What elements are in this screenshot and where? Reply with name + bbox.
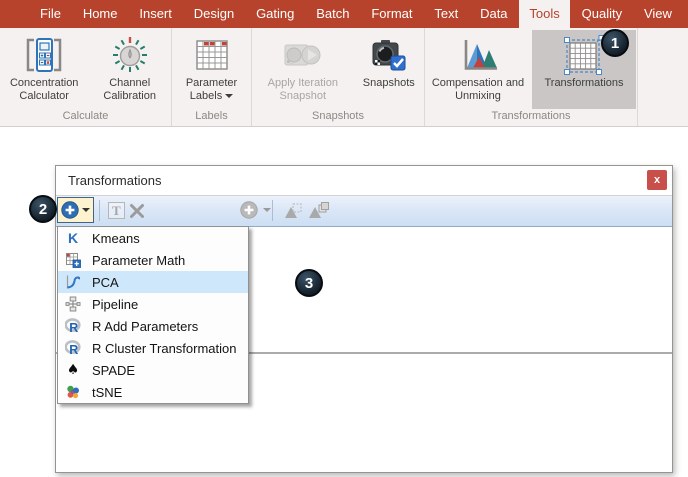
menu-item-label: tSNE xyxy=(92,384,123,400)
svg-text:R: R xyxy=(69,343,78,356)
dialog-title: Transformations xyxy=(68,173,162,188)
menu-item-r-add-parameters[interactable]: R R Add Parameters xyxy=(58,315,248,337)
transformations-icon xyxy=(563,33,605,77)
toolbar-separator xyxy=(272,200,273,221)
tsne-icon xyxy=(63,384,83,400)
parameter-labels-label: Parameter Labels xyxy=(185,77,238,102)
concentration-calculator-button[interactable]: Concentration Calculator xyxy=(1,30,87,109)
tab-gating[interactable]: Gating xyxy=(246,0,304,28)
ribbon-filler xyxy=(638,28,688,126)
menu-item-label: Parameter Math xyxy=(92,252,186,268)
add-transformation-menu: K Kmeans Parameter Math PCA Pipeline R R… xyxy=(57,226,249,404)
concentration-calculator-icon xyxy=(22,33,66,77)
menu-item-pca[interactable]: PCA xyxy=(58,271,248,293)
snapshots-icon xyxy=(372,33,406,77)
transformations-label: Transformations xyxy=(544,77,624,89)
menu-item-spade[interactable]: ♠ SPADE xyxy=(58,359,248,381)
compensation-unmixing-icon xyxy=(456,33,500,77)
apply-iteration-snapshot-label: Apply Iteration Snapshot xyxy=(267,77,338,102)
kmeans-icon: K xyxy=(67,230,79,246)
tab-batch[interactable]: Batch xyxy=(306,0,359,28)
tab-tools[interactable]: Tools xyxy=(519,0,570,28)
tab-quality[interactable]: Quality xyxy=(572,0,632,28)
menu-item-pipeline[interactable]: Pipeline xyxy=(58,293,248,315)
snapshots-label: Snapshots xyxy=(362,77,415,89)
menu-item-parameter-math[interactable]: Parameter Math xyxy=(58,249,248,271)
dialog-toolbar: T xyxy=(56,196,672,227)
group-label-labels: Labels xyxy=(195,110,228,122)
compensation-unmixing-label: Compensation and Unmixing xyxy=(431,77,525,102)
parameter-labels-icon xyxy=(195,33,229,77)
delete-transformation-button xyxy=(129,203,145,219)
add-parameter-button-disabled xyxy=(240,201,271,219)
group-label-calculate: Calculate xyxy=(62,110,109,122)
menu-item-label: R Add Parameters xyxy=(92,318,199,334)
channel-calibration-button[interactable]: Channel Calibration xyxy=(89,30,170,109)
menu-item-tsne[interactable]: tSNE xyxy=(58,381,248,403)
parameter-math-icon xyxy=(63,252,83,268)
compensation-unmixing-button[interactable]: Compensation and Unmixing xyxy=(426,30,530,109)
tab-text[interactable]: Text xyxy=(424,0,468,28)
tab-data[interactable]: Data xyxy=(470,0,517,28)
step-badge-2: 2 xyxy=(29,195,57,223)
menu-item-label: Pipeline xyxy=(92,296,139,312)
menu-item-label: PCA xyxy=(92,274,119,290)
parameter-labels-button[interactable]: Parameter Labels xyxy=(173,30,250,109)
add-disabled-caret-icon xyxy=(263,208,271,212)
snapshots-button[interactable]: Snapshots xyxy=(355,30,423,109)
ribbon-body: Concentration Calculator Channel Calibra… xyxy=(0,28,688,127)
tab-home[interactable]: Home xyxy=(73,0,128,28)
add-disabled-icon xyxy=(240,201,258,219)
dropdown-caret-icon xyxy=(225,94,234,98)
pipeline-icon xyxy=(63,296,83,312)
dialog-title-bar[interactable]: Transformations x xyxy=(56,166,672,196)
add-icon xyxy=(61,201,79,219)
tab-insert[interactable]: Insert xyxy=(129,0,182,28)
add-transformation-button[interactable] xyxy=(57,197,94,223)
tab-view[interactable]: View xyxy=(634,0,682,28)
ribbon-group-calculate: Concentration Calculator Channel Calibra… xyxy=(0,28,172,126)
channel-calibration-icon xyxy=(110,33,150,77)
group-label-snapshots: Snapshots xyxy=(312,110,364,122)
r-logo-icon: R xyxy=(63,318,83,334)
ribbon-group-snapshots: Apply Iteration Snapshot Snapshots Snaps… xyxy=(252,28,425,126)
text-tool-icon: T xyxy=(108,202,125,219)
rename-transformation-button: T xyxy=(108,202,125,219)
r-logo-icon: R xyxy=(63,340,83,356)
step-badge-1: 1 xyxy=(601,29,629,57)
channel-calibration-label: Channel Calibration xyxy=(103,77,156,102)
menu-item-label: Kmeans xyxy=(92,230,140,246)
apply-iteration-snapshot-button: Apply Iteration Snapshot xyxy=(253,30,353,109)
toolbar-separator xyxy=(99,200,100,221)
delete-x-icon xyxy=(130,204,144,218)
dialog-close-button[interactable]: x xyxy=(647,170,667,190)
tab-design[interactable]: Design xyxy=(184,0,244,28)
snapshot-image-button-disabled xyxy=(283,202,303,220)
copy-image-button-disabled xyxy=(307,201,329,220)
menu-item-label: R Cluster Transformation xyxy=(92,340,237,356)
ribbon-tab-bar: File Home Insert Design Gating Batch For… xyxy=(0,0,688,28)
image-copy-icon xyxy=(309,202,329,218)
menu-item-label: SPADE xyxy=(92,362,136,378)
concentration-calculator-label: Concentration Calculator xyxy=(9,77,79,102)
tab-file[interactable]: File xyxy=(30,0,71,28)
spade-icon: ♠ xyxy=(66,362,80,378)
svg-text:R: R xyxy=(69,321,78,334)
step-badge-3: 3 xyxy=(295,269,323,297)
image-select-icon xyxy=(285,203,302,218)
pca-icon xyxy=(63,274,83,290)
ribbon-group-labels: Parameter Labels Labels xyxy=(172,28,252,126)
menu-item-kmeans[interactable]: K Kmeans xyxy=(58,227,248,249)
tab-format[interactable]: Format xyxy=(361,0,422,28)
add-dropdown-caret-icon[interactable] xyxy=(82,208,90,212)
apply-iteration-snapshot-icon xyxy=(284,33,322,77)
group-label-transformations: Transformations xyxy=(491,110,571,122)
menu-item-r-cluster-transformation[interactable]: R R Cluster Transformation xyxy=(58,337,248,359)
